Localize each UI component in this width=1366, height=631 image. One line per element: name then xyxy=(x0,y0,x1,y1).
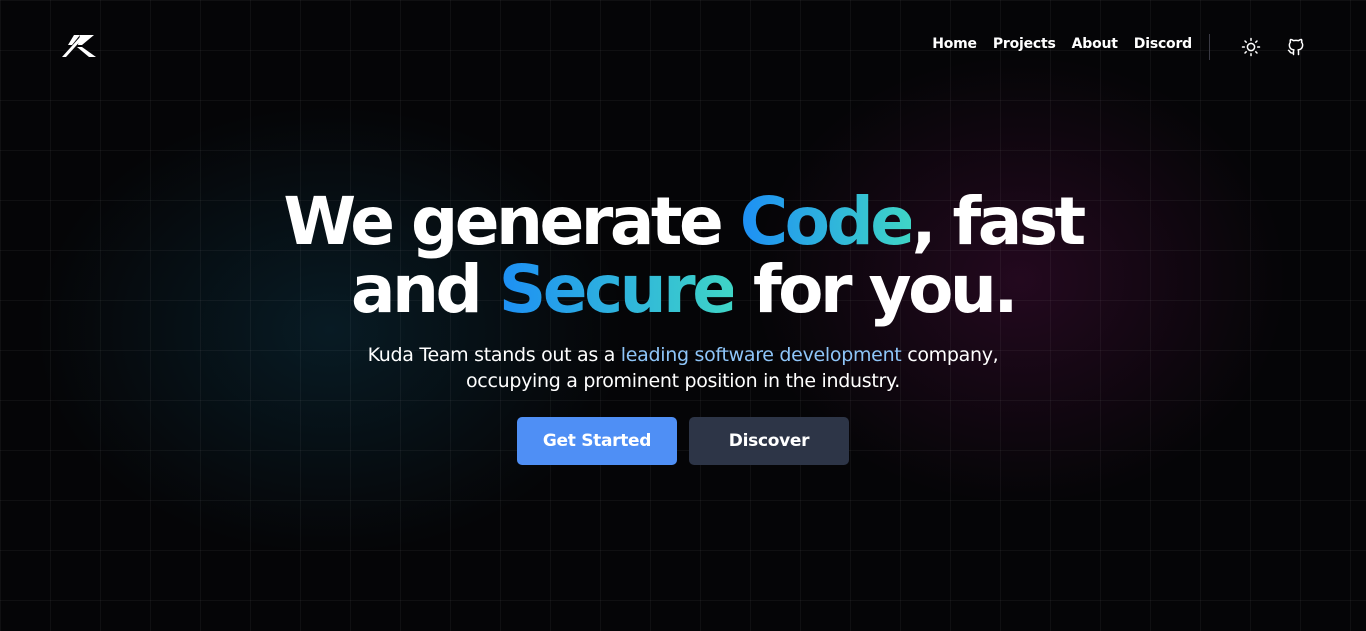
logo-mark-icon xyxy=(62,35,96,57)
hero-title-text: and xyxy=(351,251,499,328)
theme-toggle-button[interactable] xyxy=(1240,36,1262,58)
subtitle-highlight: leading software development xyxy=(620,344,902,366)
landing-page: Home Projects About Discord We generate … xyxy=(0,0,1366,631)
kuda-logo[interactable] xyxy=(60,33,98,59)
hero-title-text: We generate xyxy=(283,183,740,260)
hero-subtitle-line-2: occupying a prominent position in the in… xyxy=(465,370,901,392)
hero-title: We generate Code, fast and Secure for yo… xyxy=(0,188,1366,324)
subtitle-text: Kuda Team stands out as a xyxy=(367,344,621,366)
subtitle-text: company, xyxy=(901,344,999,366)
hero-title-highlight-code: Code xyxy=(739,183,915,260)
hero-title-line-2: and Secure for you. xyxy=(0,256,1366,324)
hero-subtitle-line-1: Kuda Team stands out as a leading softwa… xyxy=(0,342,1366,368)
nav-projects-link[interactable]: Projects xyxy=(993,36,1056,52)
nav-divider xyxy=(1209,34,1210,60)
hero-title-text: for you. xyxy=(733,251,1019,328)
hero-title-text: , fast xyxy=(911,183,1086,260)
nav-about-link[interactable]: About xyxy=(1072,36,1118,52)
get-started-button[interactable]: Get Started xyxy=(517,417,677,465)
nav-home-link[interactable]: Home xyxy=(932,36,977,52)
main-nav: Home Projects About Discord xyxy=(932,36,1192,52)
github-icon xyxy=(1287,38,1304,56)
discover-button[interactable]: Discover xyxy=(689,417,849,465)
hero-title-line-1: We generate Code, fast xyxy=(0,188,1366,256)
hero-title-highlight-secure: Secure xyxy=(498,251,737,328)
nav-discord-link[interactable]: Discord xyxy=(1134,36,1192,52)
hero-subtitle: Kuda Team stands out as a leading softwa… xyxy=(0,342,1366,394)
sun-icon xyxy=(1241,37,1261,57)
github-link-button[interactable] xyxy=(1285,36,1307,58)
